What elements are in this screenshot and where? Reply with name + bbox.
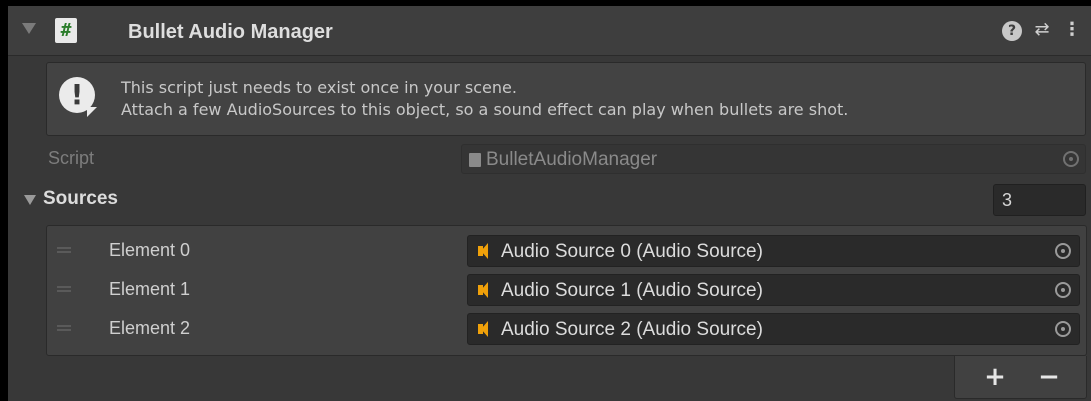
- component-header[interactable]: # Bullet Audio Manager ? ⇄ ⋮: [8, 6, 1091, 56]
- script-file-icon: #: [55, 18, 77, 43]
- sources-label[interactable]: Sources: [43, 188, 118, 210]
- sources-count-field[interactable]: 3: [993, 184, 1086, 216]
- help-text-line-2: Attach a few AudioSources to this object…: [121, 100, 849, 119]
- list-item: Element 2 Audio Source 2 (Audio Source): [47, 310, 1086, 348]
- object-picker-icon[interactable]: [1055, 321, 1071, 337]
- object-picker-icon[interactable]: [1055, 243, 1071, 259]
- component-foldout-arrow-icon[interactable]: [22, 23, 36, 34]
- list-footer: + −: [954, 356, 1087, 399]
- component-title: Bullet Audio Manager: [128, 21, 333, 43]
- script-value: BulletAudioManager: [486, 149, 658, 170]
- object-picker-icon[interactable]: [1055, 282, 1071, 298]
- drag-handle-icon[interactable]: [57, 286, 71, 292]
- audio-source-icon: [478, 321, 488, 337]
- element-label: Element 2: [109, 318, 191, 338]
- script-asset-icon: [469, 153, 481, 167]
- audio-source-icon: [478, 282, 488, 298]
- info-bubble-tail: [87, 107, 97, 117]
- list-item: Element 1 Audio Source 1 (Audio Source): [47, 271, 1086, 309]
- element-label: Element 1: [109, 279, 191, 299]
- audio-source-icon: [478, 243, 488, 259]
- inspector-panel: # Bullet Audio Manager ? ⇄ ⋮ ! This scri…: [8, 6, 1091, 401]
- info-help-box: ! This script just needs to exist once i…: [46, 62, 1086, 136]
- audio-source-value: Audio Source 2 (Audio Source): [501, 319, 763, 340]
- audio-source-field[interactable]: Audio Source 0 (Audio Source): [467, 235, 1080, 267]
- help-icon[interactable]: ?: [1002, 21, 1022, 41]
- audio-source-value: Audio Source 0 (Audio Source): [501, 241, 763, 262]
- sources-list: Element 0 Audio Source 0 (Audio Source) …: [46, 225, 1087, 356]
- help-text: This script just needs to exist once in …: [121, 77, 848, 121]
- context-menu-icon[interactable]: ⋮: [1063, 19, 1081, 41]
- object-picker-icon[interactable]: [1063, 151, 1079, 167]
- presets-icon[interactable]: ⇄: [1032, 19, 1052, 41]
- element-label: Element 0: [109, 240, 191, 260]
- audio-source-field[interactable]: Audio Source 2 (Audio Source): [467, 313, 1080, 345]
- audio-source-field[interactable]: Audio Source 1 (Audio Source): [467, 274, 1080, 306]
- add-element-button[interactable]: +: [979, 362, 1011, 392]
- audio-source-value: Audio Source 1 (Audio Source): [501, 280, 763, 301]
- script-label: Script: [48, 148, 95, 168]
- help-text-line-1: This script just needs to exist once in …: [121, 78, 517, 97]
- sources-foldout-arrow-icon[interactable]: [24, 195, 36, 205]
- remove-element-button[interactable]: −: [1033, 362, 1065, 392]
- drag-handle-icon[interactable]: [57, 247, 71, 253]
- list-item: Element 0 Audio Source 0 (Audio Source): [47, 232, 1086, 270]
- drag-handle-icon[interactable]: [57, 325, 71, 331]
- script-field: BulletAudioManager: [461, 144, 1086, 174]
- sources-count-value: 3: [1002, 190, 1013, 210]
